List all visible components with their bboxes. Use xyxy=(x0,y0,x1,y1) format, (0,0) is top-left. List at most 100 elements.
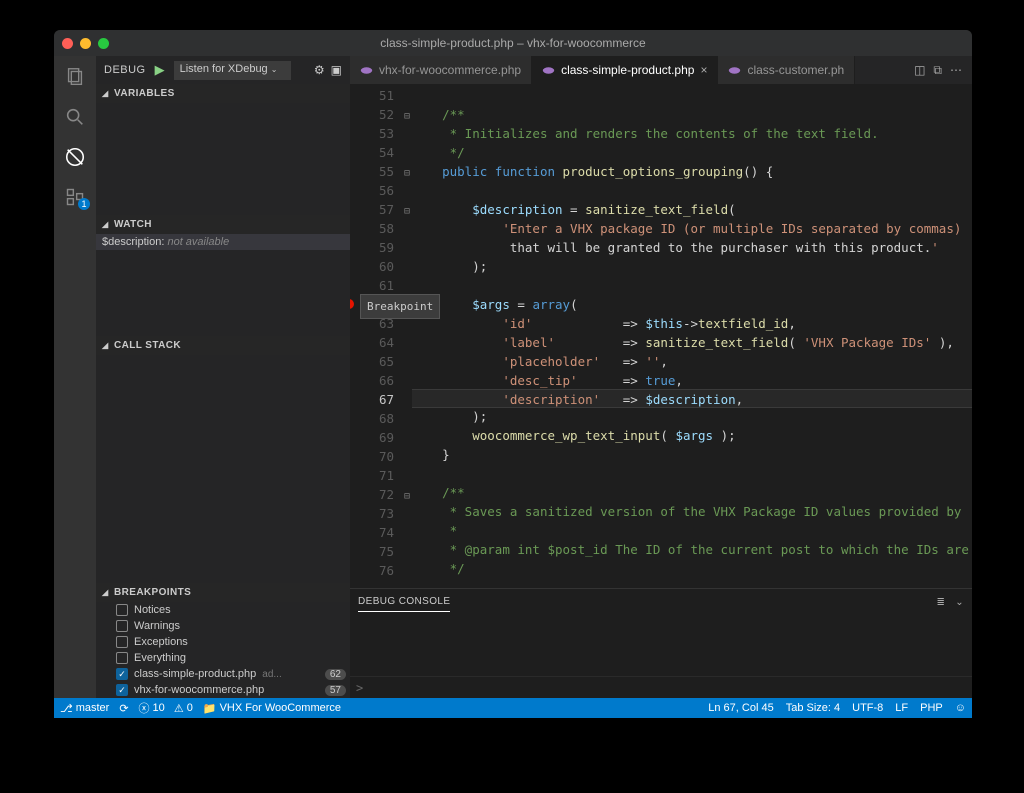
breakpoint-checkbox[interactable]: ✓ xyxy=(116,668,128,680)
watch-section-header[interactable]: ◢WATCH xyxy=(96,215,350,234)
code-line[interactable]: * Saves a sanitized version of the VHX P… xyxy=(412,502,972,521)
editor-tab[interactable]: class-customer.ph xyxy=(718,56,855,84)
close-tab-icon[interactable]: × xyxy=(700,63,707,77)
code-line[interactable]: that will be granted to the purchaser wi… xyxy=(412,238,972,257)
code-line[interactable] xyxy=(412,276,972,295)
breakpoint-marker[interactable] xyxy=(350,299,354,309)
debug-config-select[interactable]: Listen for XDebug ⌄ xyxy=(174,61,292,80)
code-line[interactable] xyxy=(412,86,972,105)
code-line[interactable]: $args = array( xyxy=(412,295,972,314)
gutter-line[interactable]: 76 xyxy=(350,561,412,580)
code-line[interactable]: public function product_options_grouping… xyxy=(412,162,972,181)
gutter-line[interactable]: 59 xyxy=(350,238,412,257)
feedback-icon[interactable]: ☺ xyxy=(955,702,966,714)
gutter-line[interactable]: 66 xyxy=(350,371,412,390)
gutter-line[interactable]: 55⊟ xyxy=(350,162,412,181)
editor-tab[interactable]: vhx-for-woocommerce.php xyxy=(350,56,532,84)
sync-icon[interactable]: ⟳ xyxy=(119,702,128,715)
start-debug-button[interactable]: ▶ xyxy=(152,62,168,78)
breakpoint-label: Warnings xyxy=(134,620,180,632)
debug-console-tab[interactable]: DEBUG CONSOLE xyxy=(358,592,450,612)
gutter-line[interactable]: 67 xyxy=(350,390,412,409)
gutter-line[interactable]: 57⊟ xyxy=(350,200,412,219)
breakpoint-row[interactable]: Everything xyxy=(96,650,350,666)
extensions-icon[interactable]: 1 xyxy=(64,186,86,208)
callstack-section-header[interactable]: ◢CALL STACK xyxy=(96,336,350,355)
editor-tab[interactable]: class-simple-product.php × xyxy=(532,56,718,84)
code-line[interactable]: 'placeholder' => '', xyxy=(412,352,972,371)
code-line[interactable]: /** xyxy=(412,105,972,124)
gutter-line[interactable]: 71 xyxy=(350,466,412,485)
gutter-line[interactable]: 53 xyxy=(350,124,412,143)
code-line[interactable]: 'desc_tip' => true, xyxy=(412,371,972,390)
gutter-line[interactable]: 60 xyxy=(350,257,412,276)
code-line[interactable]: $description = sanitize_text_field( xyxy=(412,200,972,219)
gutter-line[interactable]: 64 xyxy=(350,333,412,352)
code-line[interactable]: 'id' => $this->textfield_id, xyxy=(412,314,972,333)
code-line[interactable]: * @param int $post_id The ID of the curr… xyxy=(412,540,972,559)
code-line[interactable]: 'Enter a VHX package ID (or multiple IDs… xyxy=(412,219,972,238)
breakpoint-checkbox[interactable] xyxy=(116,652,128,664)
debug-icon[interactable] xyxy=(64,146,86,168)
debug-settings-icon[interactable]: ⚙ xyxy=(314,63,325,77)
gutter-line[interactable]: 69 xyxy=(350,428,412,447)
breakpoint-checkbox[interactable] xyxy=(116,620,128,632)
code-line[interactable] xyxy=(412,464,972,483)
gutter-line[interactable]: 74 xyxy=(350,523,412,542)
compare-icon[interactable]: ⧉ xyxy=(933,63,942,78)
code-line[interactable]: /** xyxy=(412,483,972,502)
code-line[interactable]: * Initializes and renders the contents o… xyxy=(412,124,972,143)
project-name[interactable]: 📁 VHX For WooCommerce xyxy=(203,702,341,715)
cursor-position[interactable]: Ln 67, Col 45 xyxy=(708,702,773,714)
gutter-line[interactable]: 68 xyxy=(350,409,412,428)
breakpoint-row[interactable]: Exceptions xyxy=(96,634,350,650)
code-line[interactable]: * xyxy=(412,521,972,540)
code-line[interactable]: */ xyxy=(412,143,972,162)
clear-console-icon[interactable]: ≣ xyxy=(936,597,945,608)
breakpoint-checkbox[interactable] xyxy=(116,604,128,616)
code-line[interactable]: } xyxy=(412,445,972,464)
breakpoint-row[interactable]: Warnings xyxy=(96,618,350,634)
gutter-line[interactable]: 65 xyxy=(350,352,412,371)
gutter-line[interactable]: 73 xyxy=(350,504,412,523)
split-editor-icon[interactable]: ◫ xyxy=(914,63,925,77)
debug-console-icon[interactable]: ▣ xyxy=(331,63,342,77)
code-line[interactable]: woocommerce_wp_text_input( $args ); xyxy=(412,426,972,445)
eol[interactable]: LF xyxy=(895,702,908,714)
gutter-line[interactable]: 51 xyxy=(350,86,412,105)
gutter-line[interactable]: 61 xyxy=(350,276,412,295)
code-line[interactable]: */ xyxy=(412,559,972,578)
extensions-badge: 1 xyxy=(78,198,90,210)
search-icon[interactable] xyxy=(64,106,86,128)
language-mode[interactable]: PHP xyxy=(920,702,943,714)
code-line[interactable]: ); xyxy=(412,257,972,276)
code-line[interactable]: 'description' => $description, xyxy=(412,389,972,408)
explorer-icon[interactable] xyxy=(64,66,86,88)
tab-size[interactable]: Tab Size: 4 xyxy=(786,702,840,714)
gutter-line[interactable]: 72⊟ xyxy=(350,485,412,504)
gutter-line[interactable]: 75 xyxy=(350,542,412,561)
gutter-line[interactable]: 70 xyxy=(350,447,412,466)
watch-expression[interactable]: $description: not available xyxy=(96,234,350,250)
breakpoint-checkbox[interactable] xyxy=(116,636,128,648)
breakpoints-section-header[interactable]: ◢BREAKPOINTS xyxy=(96,583,350,602)
breakpoint-row[interactable]: ✓ class-simple-product.php ad... 62 xyxy=(96,666,350,682)
more-actions-icon[interactable]: ⋯ xyxy=(950,63,962,77)
gutter-line[interactable]: 54 xyxy=(350,143,412,162)
breakpoint-row[interactable]: Notices xyxy=(96,602,350,618)
breakpoint-checkbox[interactable]: ✓ xyxy=(116,684,128,696)
breakpoint-row[interactable]: ✓ vhx-for-woocommerce.php 57 xyxy=(96,682,350,698)
code-line[interactable] xyxy=(412,181,972,200)
gutter-line[interactable]: 56 xyxy=(350,181,412,200)
gutter-line[interactable]: 58 xyxy=(350,219,412,238)
code-editor[interactable]: Breakpoint 5152⊟535455⊟5657⊟5859606162⊟6… xyxy=(350,84,972,588)
code-line[interactable]: 'label' => sanitize_text_field( 'VHX Pac… xyxy=(412,333,972,352)
gutter-line[interactable]: 52⊟ xyxy=(350,105,412,124)
problems-status[interactable]: ⓧ 10 ⚠ 0 xyxy=(139,700,193,716)
collapse-panel-icon[interactable]: ⌄ xyxy=(955,597,964,608)
git-branch[interactable]: ⎇ master xyxy=(60,702,109,715)
encoding[interactable]: UTF-8 xyxy=(852,702,883,714)
code-line[interactable]: ); xyxy=(412,407,972,426)
debug-console-input[interactable]: > xyxy=(350,676,972,698)
variables-section-header[interactable]: ◢VARIABLES xyxy=(96,84,350,103)
